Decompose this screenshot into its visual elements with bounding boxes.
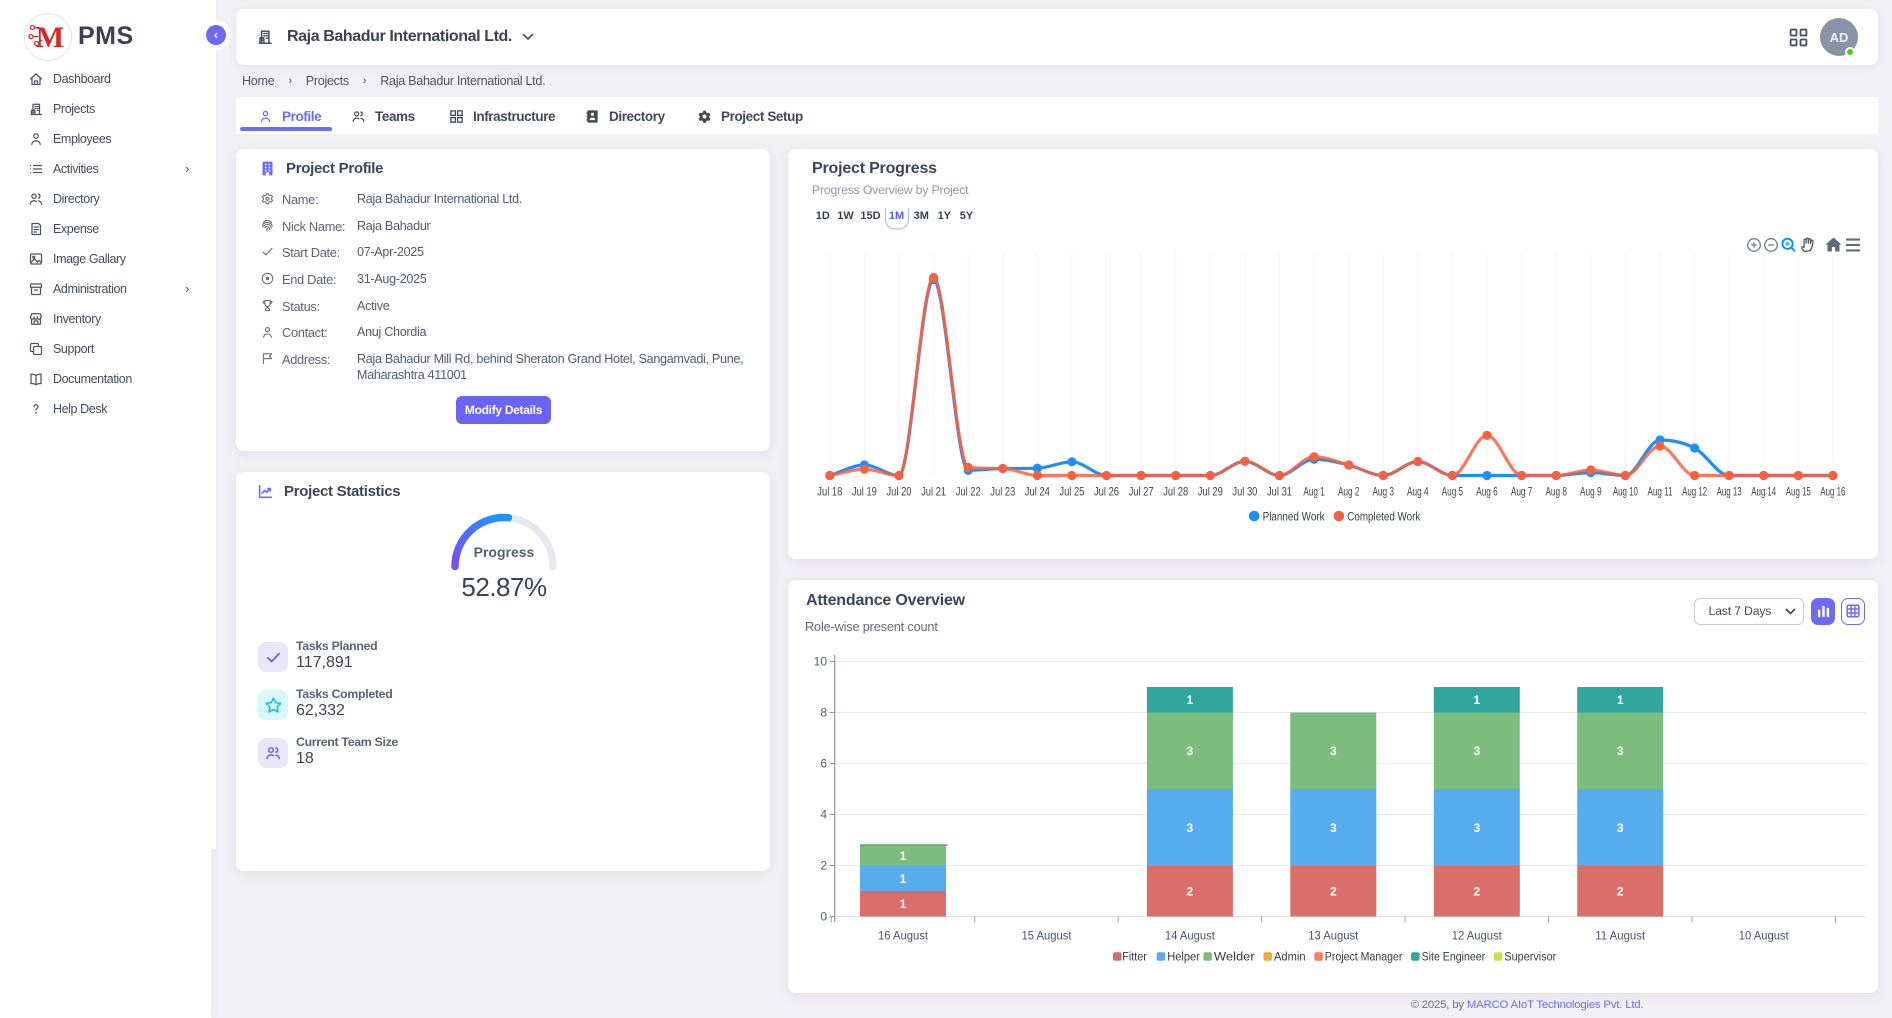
svg-text:3: 3 [1187,821,1194,835]
svg-text:1: 1 [900,872,907,886]
svg-text:Helper: Helper [1167,950,1200,964]
svg-text:3: 3 [1330,744,1337,758]
svg-text:3: 3 [1473,744,1480,758]
svg-text:3: 3 [1473,821,1480,835]
svg-text:Planned Work: Planned Work [1263,510,1326,524]
svg-text:Project Manager: Project Manager [1325,950,1403,964]
svg-text:Aug 13: Aug 13 [1717,486,1742,499]
svg-text:Aug 9: Aug 9 [1580,486,1602,499]
svg-text:10: 10 [814,655,828,669]
svg-text:Aug 14: Aug 14 [1751,486,1776,499]
svg-text:Jul 24: Jul 24 [1025,486,1050,499]
svg-text:Jul 27: Jul 27 [1129,486,1154,499]
svg-text:Jul 31: Jul 31 [1267,486,1292,499]
svg-text:0: 0 [820,910,827,924]
svg-text:14 August: 14 August [1165,929,1215,943]
svg-text:10 August: 10 August [1739,929,1789,943]
svg-text:Aug 2: Aug 2 [1338,486,1360,499]
svg-text:3: 3 [1187,744,1194,758]
svg-text:Fitter: Fitter [1122,950,1147,964]
svg-text:Jul 22: Jul 22 [956,486,981,499]
svg-text:8: 8 [820,706,827,720]
svg-text:1: 1 [900,849,907,863]
svg-text:Supervisor: Supervisor [1504,950,1556,964]
svg-text:3: 3 [1617,821,1624,835]
svg-text:Jul 18: Jul 18 [817,486,842,499]
svg-text:2: 2 [1617,885,1624,899]
svg-text:1: 1 [1617,693,1624,707]
svg-text:1: 1 [900,897,907,911]
svg-text:M: M [36,21,64,54]
svg-text:Jul 25: Jul 25 [1059,486,1084,499]
svg-text:2: 2 [1330,885,1337,899]
svg-text:Jul 23: Jul 23 [990,486,1015,499]
svg-text:Aug 6: Aug 6 [1476,486,1498,499]
svg-text:12 August: 12 August [1452,929,1502,943]
svg-text:Aug 8: Aug 8 [1545,486,1567,499]
svg-text:Site Engineer: Site Engineer [1422,950,1486,964]
svg-text:Aug 10: Aug 10 [1613,486,1638,499]
svg-text:Jul 28: Jul 28 [1163,486,1188,499]
svg-text:Aug 1: Aug 1 [1303,486,1325,499]
svg-text:2: 2 [1473,885,1480,899]
svg-text:Jul 19: Jul 19 [852,486,877,499]
svg-text:Completed Work: Completed Work [1347,510,1421,524]
svg-text:Aug 11: Aug 11 [1648,486,1673,499]
svg-text:Aug 7: Aug 7 [1511,486,1533,499]
svg-text:1: 1 [1473,693,1480,707]
svg-text:Jul 20: Jul 20 [887,486,912,499]
svg-text:4: 4 [820,808,827,822]
svg-text:15 August: 15 August [1022,929,1072,943]
svg-text:Jul 29: Jul 29 [1198,486,1223,499]
svg-text:2: 2 [820,859,827,873]
svg-text:Aug 3: Aug 3 [1372,486,1394,499]
svg-text:Aug 16: Aug 16 [1820,486,1845,499]
svg-text:Aug 4: Aug 4 [1407,486,1429,499]
svg-text:Aug 5: Aug 5 [1442,486,1464,499]
svg-text:16 August: 16 August [878,929,928,943]
svg-text:6: 6 [820,757,827,771]
svg-text:13 August: 13 August [1308,929,1358,943]
svg-text:1: 1 [1187,693,1194,707]
svg-text:Aug 12: Aug 12 [1682,486,1707,499]
svg-text:Welder: Welder [1214,950,1255,964]
svg-text:11 August: 11 August [1595,929,1646,943]
svg-text:Jul 26: Jul 26 [1094,486,1119,499]
svg-text:Aug 15: Aug 15 [1786,486,1811,499]
svg-text:3: 3 [1617,744,1624,758]
svg-text:3: 3 [1330,821,1337,835]
svg-text:2: 2 [1187,885,1194,899]
svg-text:Jul 30: Jul 30 [1232,486,1257,499]
svg-text:Admin: Admin [1274,950,1306,964]
svg-text:Jul 21: Jul 21 [921,486,946,499]
